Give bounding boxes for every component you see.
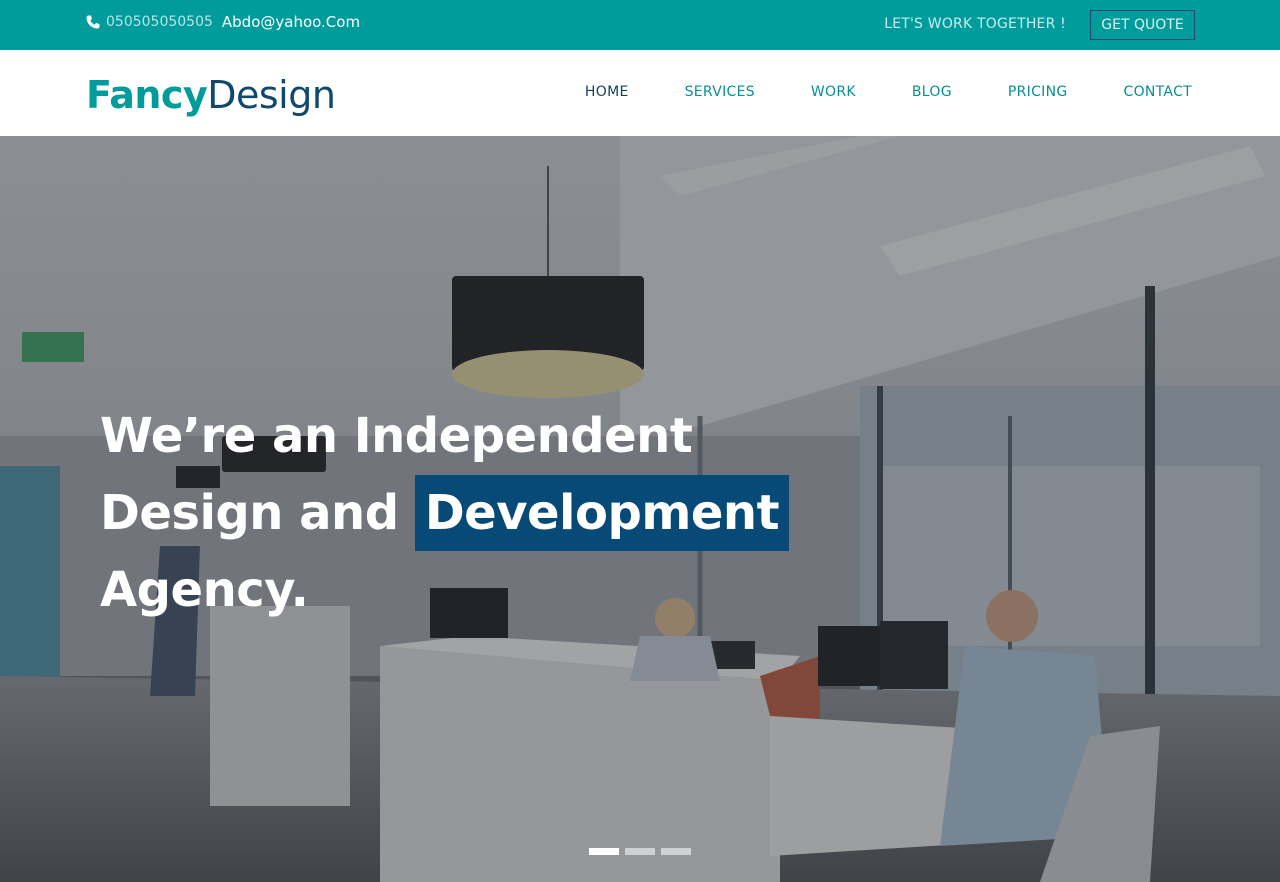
phone-number[interactable]: 050505050505 bbox=[106, 14, 213, 30]
logo[interactable]: FancyDesign bbox=[86, 72, 336, 118]
slide-indicator-3[interactable] bbox=[661, 848, 691, 855]
nav-pricing[interactable]: PRICING bbox=[1008, 84, 1068, 100]
main-navbar: FancyDesign HOME SERVICES WORK BLOG PRIC… bbox=[0, 50, 1280, 136]
nav-blog[interactable]: BLOG bbox=[912, 84, 952, 100]
work-together-text: LET'S WORK TOGETHER ! bbox=[884, 16, 1066, 32]
headline-line-3: Agency. bbox=[100, 562, 309, 618]
top-bar: 050505050505 Abdo@yahoo.Com LET'S WORK T… bbox=[0, 0, 1280, 50]
headline-line-1: We’re an Independent bbox=[100, 408, 693, 464]
logo-part-design: Design bbox=[207, 73, 336, 117]
hero-slider: We’re an Independent Design and Developm… bbox=[0, 136, 1280, 882]
email-address[interactable]: Abdo@yahoo.Com bbox=[222, 13, 360, 31]
nav-home[interactable]: HOME bbox=[585, 84, 629, 100]
slide-indicator-2[interactable] bbox=[625, 848, 655, 855]
slider-indicators bbox=[589, 848, 697, 855]
get-quote-button[interactable]: GET QUOTE bbox=[1090, 10, 1195, 40]
headline-line-2: Design and Development bbox=[100, 475, 790, 552]
hero-headline: We’re an Independent Design and Developm… bbox=[100, 398, 790, 629]
phone-icon bbox=[86, 15, 100, 29]
slide-indicator-1[interactable] bbox=[589, 848, 619, 855]
headline-line-2-text: Design and bbox=[100, 485, 399, 541]
headline-highlight: Development bbox=[414, 475, 790, 551]
nav-services[interactable]: SERVICES bbox=[685, 84, 755, 100]
nav-contact[interactable]: CONTACT bbox=[1124, 84, 1193, 100]
logo-part-fancy: Fancy bbox=[86, 73, 208, 117]
nav-menu: HOME SERVICES WORK BLOG PRICING CONTACT bbox=[529, 84, 1192, 100]
nav-work[interactable]: WORK bbox=[811, 84, 856, 100]
contact-info: 050505050505 Abdo@yahoo.Com bbox=[85, 13, 360, 31]
